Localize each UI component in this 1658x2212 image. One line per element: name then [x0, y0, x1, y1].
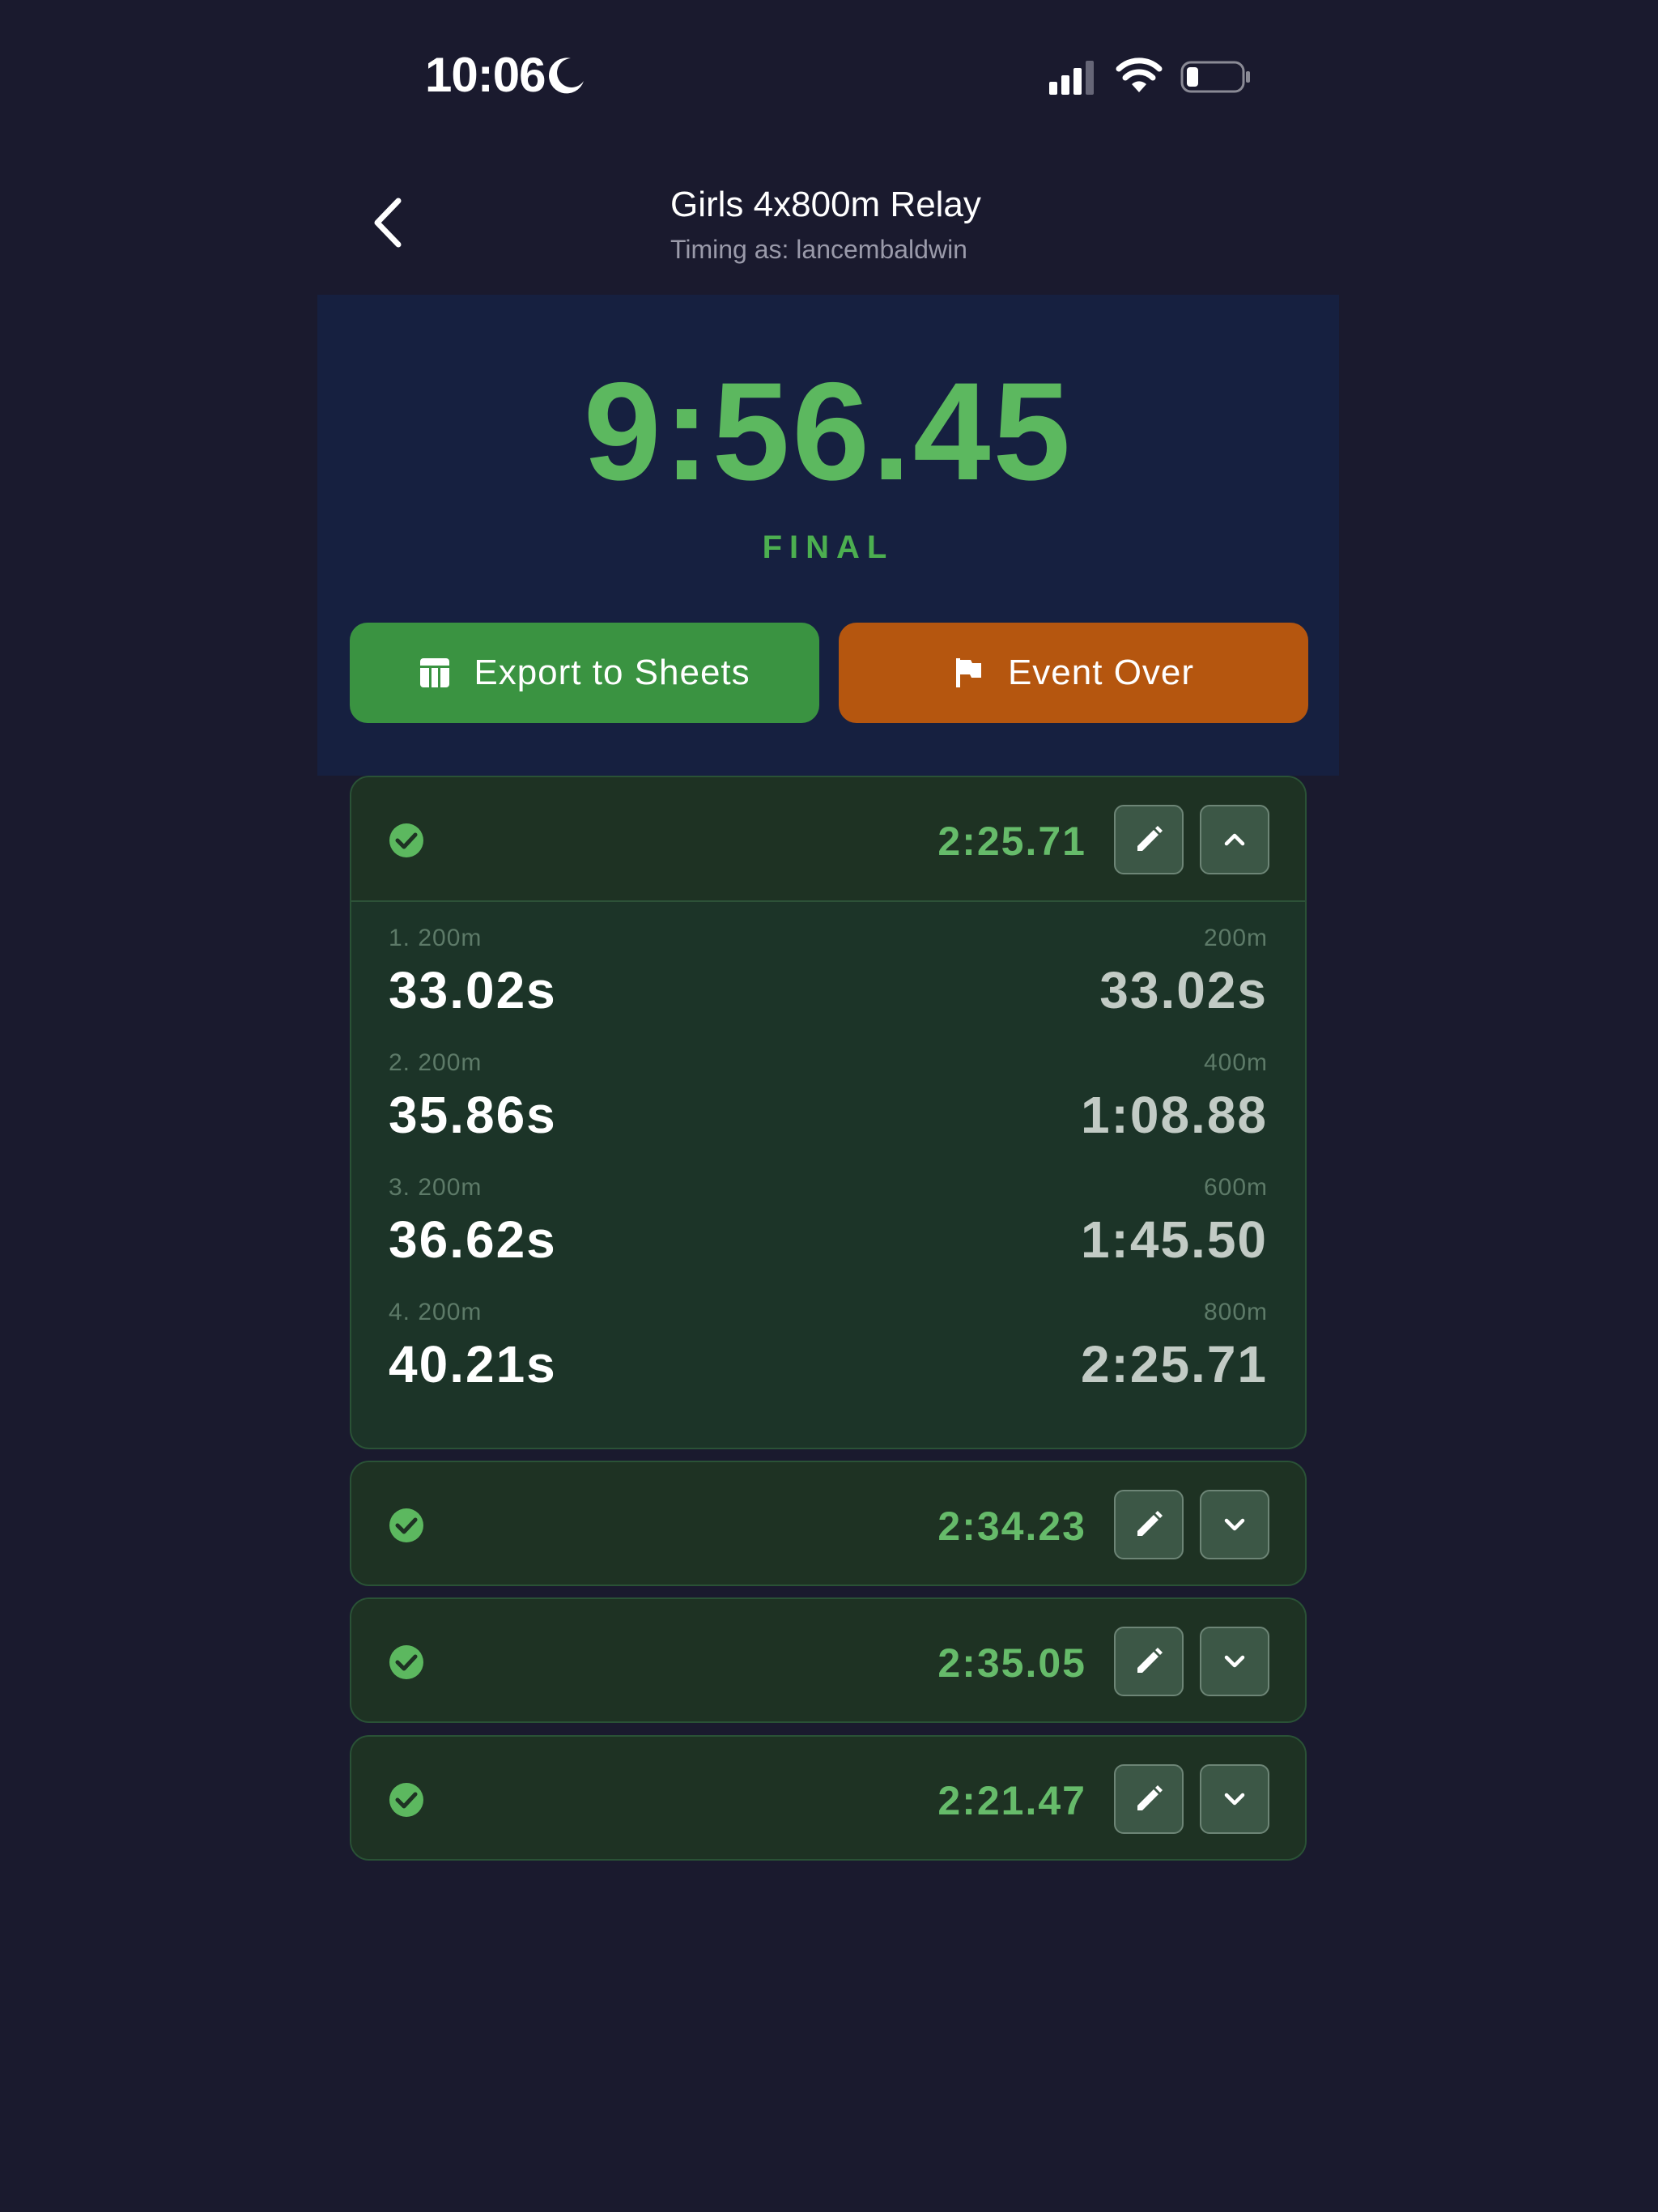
split-row: 3. 200m 36.62s 600m 1:45.50 [351, 1151, 1305, 1276]
split-label: 4. 200m [389, 1299, 483, 1325]
event-over-button[interactable]: Event Over [839, 623, 1308, 723]
pencil-icon [1137, 1511, 1163, 1536]
check-circle-icon [389, 1645, 423, 1679]
team-time: 2:34.23 [937, 1504, 1086, 1549]
cumulative-time: 33.02s [1099, 961, 1268, 1019]
split-row: 4. 200m 40.21s 800m 2:25.71 [351, 1276, 1305, 1401]
cumulative-distance: 600m [1203, 1174, 1268, 1201]
wifi-icon [1116, 57, 1163, 92]
check-circle-icon [389, 823, 423, 857]
team-card: 2:21.47 [350, 1735, 1307, 1861]
edit-button[interactable] [1114, 1764, 1184, 1834]
final-status-label: FINAL [762, 530, 895, 565]
event-over-button-label: Event Over [1007, 653, 1195, 692]
split-time: 36.62s [389, 1210, 557, 1269]
status-time: 10:06 [425, 48, 546, 102]
expand-button[interactable] [1200, 1490, 1269, 1559]
battery-icon [1180, 61, 1250, 93]
check-circle-icon [389, 1508, 423, 1542]
edit-button[interactable] [1114, 1627, 1184, 1696]
total-time: 9:56.45 [583, 354, 1073, 509]
team-card: 2:35.05 [350, 1597, 1307, 1723]
split-label: 2. 200m [389, 1049, 483, 1076]
chevron-down-icon [1224, 1518, 1245, 1531]
cumulative-time: 1:08.88 [1080, 1086, 1268, 1144]
split-label: 3. 200m [389, 1174, 483, 1201]
split-time: 33.02s [389, 961, 557, 1019]
split-time: 35.86s [389, 1086, 557, 1144]
edit-button[interactable] [1114, 805, 1184, 874]
cumulative-distance: 800m [1203, 1299, 1268, 1325]
cumulative-time: 1:45.50 [1080, 1210, 1268, 1269]
split-label: 1. 200m [389, 925, 483, 951]
edit-button[interactable] [1114, 1490, 1184, 1559]
chevron-up-icon [1224, 833, 1245, 846]
pencil-icon [1137, 826, 1163, 851]
team-time: 2:35.05 [937, 1640, 1086, 1686]
split-row: 2. 200m 35.86s 400m 1:08.88 [351, 1027, 1305, 1151]
chevron-down-icon [1224, 1793, 1245, 1806]
team-time: 2:25.71 [937, 819, 1086, 864]
page-subtitle: Timing as: lancembaldwin [670, 235, 967, 264]
cellular-signal-icon [1049, 61, 1094, 95]
flag-icon [955, 658, 981, 687]
expand-button[interactable] [1200, 1764, 1269, 1834]
collapse-button[interactable] [1200, 805, 1269, 874]
header [0, 162, 1658, 291]
expand-button[interactable] [1200, 1627, 1269, 1696]
cumulative-distance: 200m [1203, 925, 1268, 951]
cumulative-time: 2:25.71 [1080, 1335, 1268, 1393]
team-card: 2:34.23 [350, 1461, 1307, 1586]
split-row: 1. 200m 33.02s 200m 33.02s [351, 902, 1305, 1027]
team-card: 2:25.71 1. 200m 33.02s 200m 33.02s 2. 20… [350, 776, 1307, 1449]
team-card-header[interactable]: 2:25.71 [351, 777, 1305, 900]
pencil-icon [1137, 1648, 1163, 1673]
team-card-header[interactable]: 2:21.47 [351, 1737, 1305, 1859]
team-card-header[interactable]: 2:34.23 [351, 1462, 1305, 1585]
page-title: Girls 4x800m Relay [670, 185, 981, 224]
export-button-label: Export to Sheets [474, 653, 750, 692]
timer-panel: 9:56.45 FINAL Export to Sheets Event Ove… [317, 295, 1339, 776]
team-time: 2:21.47 [937, 1778, 1086, 1823]
check-circle-icon [389, 1783, 423, 1817]
export-to-sheets-button[interactable]: Export to Sheets [350, 623, 819, 723]
pencil-icon [1137, 1785, 1163, 1810]
table-icon [420, 658, 450, 687]
moon-icon [549, 57, 584, 94]
split-time: 40.21s [389, 1335, 557, 1393]
cumulative-distance: 400m [1203, 1049, 1268, 1076]
team-card-header[interactable]: 2:35.05 [351, 1599, 1305, 1721]
back-chevron-icon[interactable] [364, 194, 413, 251]
chevron-down-icon [1224, 1655, 1245, 1668]
status-bar: 10:06 [0, 0, 1658, 154]
